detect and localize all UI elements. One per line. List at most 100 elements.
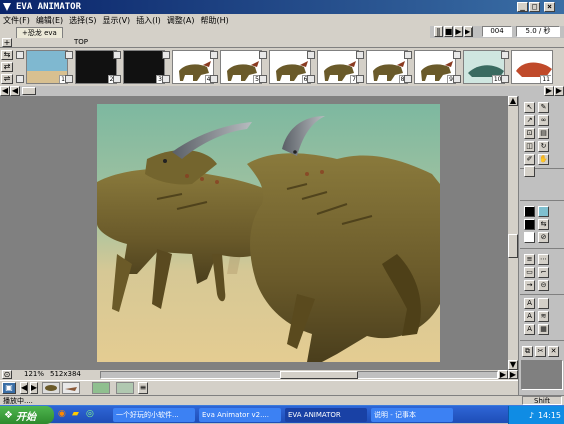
frame-strip-scrollbar[interactable]: ◀ ◀ ▶ ▶: [0, 86, 564, 96]
fps-field[interactable]: 5.0 / 秒: [516, 26, 560, 37]
frame-loop-icon[interactable]: [16, 51, 24, 59]
stroke-color-swatch[interactable]: [524, 206, 535, 217]
task-button-2[interactable]: Eva Animator v2....: [199, 408, 281, 422]
color-swatch-white[interactable]: [524, 232, 535, 243]
strip-mode-button-1[interactable]: ⇆: [1, 50, 13, 60]
menu-help[interactable]: 帮助(H): [198, 15, 232, 26]
frame-thumbnail[interactable]: 7: [307, 50, 360, 84]
scroll-up-icon[interactable]: ▲: [508, 96, 518, 106]
menu-insert[interactable]: 插入(I): [133, 15, 164, 26]
text-effect-icon[interactable]: ≋: [538, 311, 549, 322]
sprite-thumb-1[interactable]: [42, 382, 60, 394]
line-width-icon[interactable]: ≡: [524, 254, 535, 265]
menu-adjust[interactable]: 调整(A): [164, 15, 198, 26]
sprite-prev-icon[interactable]: ◀: [20, 382, 28, 394]
frame-loop-icon[interactable]: [64, 51, 73, 59]
vertical-scroll-thumb[interactable]: [508, 234, 518, 258]
frame-loop-icon[interactable]: [113, 51, 121, 59]
dash-icon[interactable]: ⊝: [538, 280, 549, 291]
font-size-icon[interactable]: A: [524, 311, 535, 322]
pencil-tool-icon[interactable]: ✎: [538, 102, 549, 113]
quicklaunch-folder-icon[interactable]: ▰: [72, 409, 84, 421]
frame-counter[interactable]: 004: [482, 26, 512, 37]
frame-loop-icon[interactable]: [452, 51, 461, 59]
task-button-3[interactable]: EVA ANIMATOR: [285, 408, 367, 422]
cut-icon[interactable]: ✂: [535, 346, 546, 357]
frame-thumbnail[interactable]: 1: [16, 50, 69, 84]
scroll-right-icon[interactable]: ▶: [544, 86, 554, 96]
hscroll-end-icon[interactable]: ▶: [508, 370, 518, 379]
menu-file[interactable]: 文件(F): [0, 15, 33, 26]
text-color-swatch[interactable]: [538, 298, 549, 309]
stop-button[interactable]: ■: [444, 26, 453, 37]
frame-thumbnail[interactable]: 10: [452, 50, 506, 84]
fill-color-swatch-icon[interactable]: [524, 166, 535, 177]
frame-settings-icon[interactable]: [355, 75, 364, 83]
frame-loop-icon[interactable]: [501, 51, 509, 59]
horizontal-scroll-thumb[interactable]: [280, 371, 358, 379]
frame-settings-icon[interactable]: [452, 75, 461, 83]
canvas-vertical-scrollbar[interactable]: ▲ ▼: [508, 96, 518, 370]
frame-loop-icon[interactable]: [210, 51, 218, 59]
sprite-panel-icon[interactable]: ▣: [2, 382, 16, 394]
sprite-thumb-4[interactable]: [116, 382, 134, 394]
font-tool-icon[interactable]: A: [524, 298, 535, 309]
add-frame-button[interactable]: +: [2, 38, 12, 47]
frame-scroll-thumb[interactable]: [22, 87, 36, 95]
text-align-icon[interactable]: A: [524, 324, 535, 335]
frame-thumbnail[interactable]: 6: [258, 50, 312, 84]
subselect-tool-icon[interactable]: ↗: [524, 115, 535, 126]
task-button-1[interactable]: 一个好玩的小软件...: [113, 408, 195, 422]
animation-canvas[interactable]: [97, 104, 440, 362]
zoom-level[interactable]: 121%: [24, 370, 44, 378]
quicklaunch-app-icon[interactable]: ◎: [86, 409, 98, 421]
add-sprite-icon[interactable]: ≡: [138, 382, 148, 394]
frame-loop-icon[interactable]: [307, 51, 315, 59]
frame-loop-icon[interactable]: [404, 51, 412, 59]
hscroll-right-icon[interactable]: ▶: [498, 370, 508, 379]
arrow-tool-icon[interactable]: ↖: [524, 102, 535, 113]
frame-settings-icon[interactable]: [258, 75, 267, 83]
zoom-menu-icon[interactable]: ⊙: [2, 370, 12, 379]
frame-thumbnail[interactable]: 2: [64, 50, 118, 84]
fill-color-swatch[interactable]: [538, 206, 549, 217]
strip-mode-button-3[interactable]: ⇌: [1, 74, 13, 84]
text-block-tool-icon[interactable]: ▤: [538, 128, 549, 139]
frame-thumbnail[interactable]: 9: [404, 50, 457, 84]
line-join-icon[interactable]: ⌐: [538, 267, 549, 278]
frame-thumbnail[interactable]: 5: [210, 50, 263, 84]
pause-button[interactable]: ‖: [434, 26, 443, 37]
swap-colors-icon[interactable]: ⇆: [538, 219, 549, 230]
frame-settings-icon[interactable]: [404, 75, 412, 83]
minimize-button[interactable]: _: [517, 2, 528, 12]
scroll-left-icon[interactable]: ◀: [0, 86, 10, 96]
text-wrap-icon[interactable]: ▦: [538, 324, 549, 335]
shape-tool-icon[interactable]: ◫: [524, 141, 535, 152]
menu-edit[interactable]: 编辑(E): [33, 15, 66, 26]
quicklaunch-ie-icon[interactable]: ◉: [58, 409, 70, 421]
frame-thumbnail[interactable]: 3: [113, 50, 166, 84]
start-button[interactable]: ❖ 开始: [0, 406, 54, 424]
lasso-tool-icon[interactable]: ∞: [538, 115, 549, 126]
line-cap-icon[interactable]: ▭: [524, 267, 535, 278]
scroll-left-end-icon[interactable]: ◀: [10, 86, 20, 96]
scroll-right-end-icon[interactable]: ▶: [554, 86, 564, 96]
frame-loop-icon[interactable]: [355, 51, 364, 59]
frame-settings-icon[interactable]: [16, 75, 24, 83]
frame-settings-icon[interactable]: [64, 75, 73, 83]
sprite-next-icon[interactable]: ▶: [30, 382, 38, 394]
frame-thumbnail[interactable]: 8: [355, 50, 409, 84]
no-color-icon[interactable]: ⊘: [538, 232, 549, 243]
color-swatch-black[interactable]: [524, 219, 535, 230]
line-style-icon[interactable]: ⋯: [538, 254, 549, 265]
sprite-thumb-2[interactable]: [62, 382, 80, 394]
frame-loop-icon[interactable]: [258, 51, 267, 59]
document-tab[interactable]: +恐龙 eva: [16, 27, 63, 38]
eyedropper-tool-icon[interactable]: ✐: [524, 154, 535, 165]
scroll-down-icon[interactable]: ▼: [508, 360, 518, 370]
close-button[interactable]: ×: [544, 2, 555, 12]
frame-settings-icon[interactable]: [307, 75, 315, 83]
frame-thumbnail[interactable]: 11: [501, 50, 554, 84]
delete-icon[interactable]: ✕: [548, 346, 559, 357]
transform-tool-icon[interactable]: ⊡: [524, 128, 535, 139]
